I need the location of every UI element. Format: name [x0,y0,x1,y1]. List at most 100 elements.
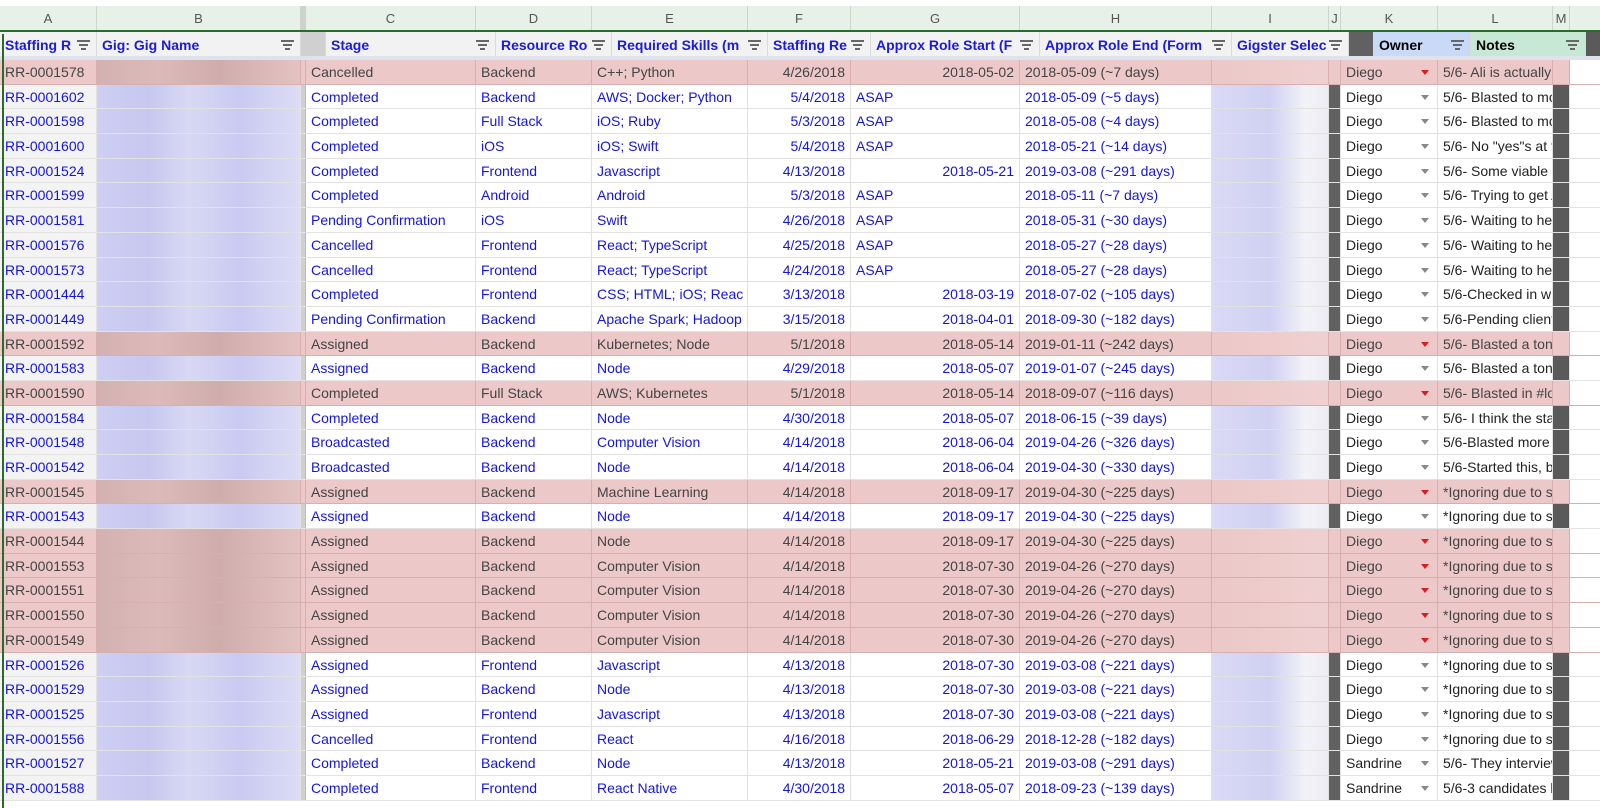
cell-request-id[interactable]: RR-0001598 [0,109,97,134]
cell-gigster-selected-redacted[interactable] [1212,627,1329,652]
cell-request-id[interactable]: RR-0001525 [0,701,97,726]
cell-owner-dropdown[interactable]: Diego [1341,455,1438,479]
header-role-start[interactable]: Approx Role Start (F [871,32,1040,56]
cell-staffing-date[interactable]: 5/4/2018 [748,134,851,158]
column-header-l[interactable]: L [1438,6,1553,30]
cell-notes[interactable]: *Ignoring due to sta [1438,504,1553,529]
cell-gig-name-redacted[interactable] [97,627,301,652]
cell-staffing-date[interactable]: 4/13/2018 [748,677,851,701]
cell-resource-role[interactable]: Frontend [476,652,592,677]
cell-owner-dropdown[interactable]: Diego [1341,578,1438,603]
cell-column-j[interactable] [1329,504,1341,529]
header-column-j[interactable] [1349,32,1374,56]
cell-request-id[interactable]: RR-0001543 [0,504,97,529]
cell-role-end[interactable]: 2018-05-08 (~4 days) [1020,109,1212,134]
cell-stage[interactable]: Broadcasted [306,430,476,454]
cell-owner-dropdown[interactable]: Diego [1341,405,1438,430]
cell-gigster-selected-redacted[interactable] [1212,578,1329,603]
cell-column-j[interactable] [1329,726,1341,751]
dropdown-arrow-icon[interactable] [1421,514,1429,520]
cell-staffing-date[interactable]: 4/13/2018 [748,701,851,726]
cell-gigster-selected-redacted[interactable] [1212,677,1329,701]
cell-role-end[interactable]: 2019-04-26 (~326 days) [1020,430,1212,454]
filter-icon[interactable] [1329,40,1342,50]
cell-role-end[interactable]: 2018-12-28 (~182 days) [1020,726,1212,751]
cell-resource-role[interactable]: Backend [476,430,592,454]
cell-column-m[interactable] [1553,726,1570,751]
cell-gigster-selected-redacted[interactable] [1212,726,1329,751]
cell-resource-role[interactable]: Frontend [476,257,592,282]
cell-resource-role[interactable]: Backend [476,627,592,652]
cell-role-end[interactable]: 2019-03-08 (~221 days) [1020,701,1212,726]
cell-staffing-date[interactable]: 5/4/2018 [748,84,851,109]
cell-owner-dropdown[interactable]: Diego [1341,84,1438,109]
cell-owner-dropdown[interactable]: Diego [1341,257,1438,282]
dropdown-arrow-icon[interactable] [1421,218,1429,224]
cell-notes[interactable]: *Ignoring due to sta [1438,726,1553,751]
cell-stage[interactable]: Assigned [306,504,476,529]
cell-role-end[interactable]: 2018-05-21 (~14 days) [1020,134,1212,158]
cell-stage[interactable]: Broadcasted [306,455,476,479]
cell-stage[interactable]: Assigned [306,331,476,356]
cell-required-skills[interactable]: Computer Vision [592,553,748,578]
cell-column-m[interactable] [1553,134,1570,158]
cell-notes[interactable]: *Ignoring due to sta [1438,627,1553,652]
cell-column-m[interactable] [1553,158,1570,183]
cell-stage[interactable]: Assigned [306,479,476,504]
cell-request-id[interactable]: RR-0001542 [0,455,97,479]
header-stage[interactable]: Stage [326,32,496,56]
cell-required-skills[interactable]: Node [592,529,748,553]
cell-role-start[interactable]: 2018-07-30 [851,677,1020,701]
cell-gigster-selected-redacted[interactable] [1212,455,1329,479]
cell-request-id[interactable]: RR-0001602 [0,84,97,109]
cell-column-m[interactable] [1553,306,1570,331]
cell-resource-role[interactable]: Frontend [476,158,592,183]
column-header-g[interactable]: G [851,6,1020,30]
dropdown-arrow-icon[interactable] [1421,539,1429,545]
cell-role-end[interactable]: 2019-04-26 (~270 days) [1020,603,1212,627]
cell-request-id[interactable]: RR-0001588 [0,775,97,800]
cell-resource-role[interactable]: Backend [476,306,592,331]
cell-gigster-selected-redacted[interactable] [1212,134,1329,158]
cell-role-end[interactable]: 2019-04-26 (~270 days) [1020,578,1212,603]
cell-request-id[interactable]: RR-0001544 [0,529,97,553]
cell-notes[interactable]: *Ignoring due to sta [1438,529,1553,553]
cell-gigster-selected-redacted[interactable] [1212,282,1329,306]
cell-stage[interactable]: Completed [306,134,476,158]
cell-required-skills[interactable]: C++; Python [592,60,748,84]
cell-owner-dropdown[interactable]: Diego [1341,479,1438,504]
header-notes[interactable]: Notes [1471,32,1586,56]
cell-gigster-selected-redacted[interactable] [1212,158,1329,183]
column-header-b[interactable]: B [97,6,301,30]
dropdown-arrow-icon[interactable] [1421,465,1429,470]
cell-notes[interactable]: *Ignoring due to sta [1438,677,1553,701]
cell-gig-name-redacted[interactable] [97,84,301,109]
cell-stage[interactable]: Cancelled [306,60,476,84]
dropdown-arrow-icon[interactable] [1421,613,1429,619]
cell-staffing-date[interactable]: 4/24/2018 [748,257,851,282]
dropdown-arrow-icon[interactable] [1421,316,1429,322]
cell-gigster-selected-redacted[interactable] [1212,60,1329,84]
cell-gigster-selected-redacted[interactable] [1212,232,1329,257]
cell-gigster-selected-redacted[interactable] [1212,306,1329,331]
cell-resource-role[interactable]: Backend [476,405,592,430]
cell-gigster-selected-redacted[interactable] [1212,529,1329,553]
cell-gig-name-redacted[interactable] [97,356,301,380]
cell-role-start[interactable]: 2018-05-07 [851,356,1020,380]
cell-request-id[interactable]: RR-0001583 [0,356,97,380]
cell-stage[interactable]: Assigned [306,529,476,553]
cell-staffing-date[interactable]: 4/30/2018 [748,405,851,430]
cell-staffing-date[interactable]: 3/13/2018 [748,282,851,306]
cell-role-start[interactable]: 2018-05-07 [851,775,1020,800]
cell-notes[interactable]: 5/6- They interview [1438,751,1553,775]
cell-gigster-selected-redacted[interactable] [1212,84,1329,109]
header-required-skills[interactable]: Required Skills (m [612,32,768,56]
cell-resource-role[interactable]: Backend [476,751,592,775]
cell-staffing-date[interactable]: 4/14/2018 [748,479,851,504]
cell-request-id[interactable]: RR-0001550 [0,603,97,627]
filter-icon[interactable] [592,40,605,50]
cell-required-skills[interactable]: React; TypeScript [592,257,748,282]
cell-gig-name-redacted[interactable] [97,282,301,306]
cell-request-id[interactable]: RR-0001545 [0,479,97,504]
cell-required-skills[interactable]: Computer Vision [592,430,748,454]
